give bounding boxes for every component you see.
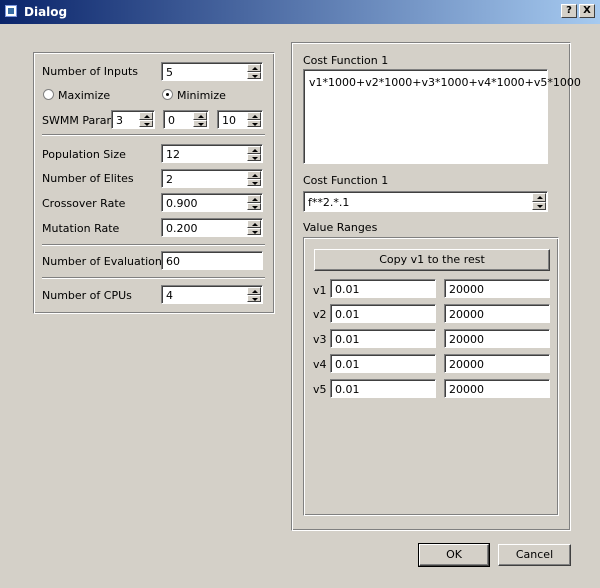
mutation-rate-spinbox[interactable]: 0.200 bbox=[161, 218, 263, 237]
spin-down-icon[interactable] bbox=[247, 178, 261, 186]
minimize-label: Minimize bbox=[177, 89, 226, 102]
swmm-param-value-2: 0 bbox=[168, 114, 175, 127]
title-bar: Dialog ? X bbox=[0, 0, 600, 24]
num-cpus-value: 4 bbox=[166, 289, 173, 302]
range-min-v2-input[interactable]: 0.01 bbox=[330, 304, 436, 323]
mutation-rate-value: 0.200 bbox=[166, 222, 198, 235]
range-min-v4-input[interactable]: 0.01 bbox=[330, 354, 436, 373]
spin-up-icon[interactable] bbox=[247, 287, 261, 295]
separator bbox=[42, 277, 265, 279]
spin-down-icon[interactable] bbox=[193, 119, 207, 127]
population-size-value: 12 bbox=[166, 148, 180, 161]
num-evaluations-label: Number of Evaluations bbox=[42, 255, 168, 268]
crossover-rate-value: 0.900 bbox=[166, 197, 198, 210]
separator bbox=[42, 134, 265, 136]
spin-down-icon[interactable] bbox=[139, 119, 153, 127]
range-min-v1-input[interactable]: 0.01 bbox=[330, 279, 436, 298]
swmm-param-spinbox-2[interactable]: 0 bbox=[163, 110, 209, 129]
range-min-v3-input[interactable]: 0.01 bbox=[330, 329, 436, 348]
range-name-v3: v3 bbox=[313, 333, 327, 346]
num-inputs-spinbox[interactable]: 5 bbox=[161, 62, 263, 81]
spin-up-icon[interactable] bbox=[193, 112, 207, 120]
swmm-param-spinbox-1[interactable]: 3 bbox=[111, 110, 155, 129]
cost-function-editor[interactable]: v1*1000+v2*1000+v3*1000+v4*1000+v5*1000 bbox=[303, 69, 581, 164]
spin-up-icon[interactable] bbox=[247, 171, 261, 179]
spin-up-icon[interactable] bbox=[247, 195, 261, 203]
range-name-v4: v4 bbox=[313, 358, 327, 371]
help-button[interactable]: ? bbox=[561, 4, 577, 18]
cost-function-combo[interactable]: f**2.*.1 bbox=[303, 191, 548, 212]
crossover-rate-label: Crossover Rate bbox=[42, 197, 126, 210]
separator bbox=[42, 244, 265, 246]
minimize-radio[interactable] bbox=[162, 89, 173, 100]
population-size-label: Population Size bbox=[42, 148, 126, 161]
range-max-v5-input[interactable]: 20000 bbox=[444, 379, 550, 398]
spin-down-icon[interactable] bbox=[247, 71, 261, 79]
range-name-v5: v5 bbox=[313, 383, 327, 396]
ok-button[interactable]: OK bbox=[418, 543, 490, 567]
num-inputs-value: 5 bbox=[166, 66, 173, 79]
range-min-v5-input[interactable]: 0.01 bbox=[330, 379, 436, 398]
num-elites-value: 2 bbox=[166, 173, 173, 186]
num-inputs-label: Number of Inputs bbox=[42, 65, 138, 78]
app-icon bbox=[5, 5, 17, 17]
range-max-v3-input[interactable]: 20000 bbox=[444, 329, 550, 348]
window-title: Dialog bbox=[24, 5, 68, 19]
spin-up-icon[interactable] bbox=[139, 112, 153, 120]
mutation-rate-label: Mutation Rate bbox=[42, 222, 120, 235]
swmm-param-label: SWMM Param bbox=[42, 114, 118, 127]
spin-up-icon[interactable] bbox=[247, 112, 261, 120]
range-max-v4-input[interactable]: 20000 bbox=[444, 354, 550, 373]
num-cpus-spinbox[interactable]: 4 bbox=[161, 285, 263, 304]
spin-down-icon[interactable] bbox=[247, 294, 261, 302]
crossover-rate-spinbox[interactable]: 0.900 bbox=[161, 193, 263, 212]
spin-up-icon[interactable] bbox=[532, 193, 546, 202]
range-max-v1-input[interactable]: 20000 bbox=[444, 279, 550, 298]
cost-function-label: Cost Function 1 bbox=[303, 54, 389, 67]
value-ranges-label: Value Ranges bbox=[303, 221, 378, 234]
range-max-v2-input[interactable]: 20000 bbox=[444, 304, 550, 323]
copy-v1-button[interactable]: Copy v1 to the rest bbox=[314, 249, 550, 271]
spin-down-icon[interactable] bbox=[247, 153, 261, 161]
spin-down-icon[interactable] bbox=[247, 119, 261, 127]
spin-down-icon[interactable] bbox=[247, 227, 261, 235]
maximize-radio[interactable] bbox=[43, 89, 54, 100]
num-elites-spinbox[interactable]: 2 bbox=[161, 169, 263, 188]
cost-function-label-2: Cost Function 1 bbox=[303, 174, 389, 187]
cancel-button[interactable]: Cancel bbox=[498, 544, 571, 566]
num-evaluations-input[interactable]: 60 bbox=[161, 251, 263, 270]
spin-up-icon[interactable] bbox=[247, 146, 261, 154]
population-size-spinbox[interactable]: 12 bbox=[161, 144, 263, 163]
swmm-param-value-1: 3 bbox=[116, 114, 123, 127]
range-name-v2: v2 bbox=[313, 308, 327, 321]
spin-down-icon[interactable] bbox=[247, 202, 261, 210]
swmm-param-spinbox-3[interactable]: 10 bbox=[217, 110, 263, 129]
spin-up-icon[interactable] bbox=[247, 220, 261, 228]
range-name-v1: v1 bbox=[313, 284, 327, 297]
close-button[interactable]: X bbox=[579, 4, 595, 18]
num-cpus-label: Number of CPUs bbox=[42, 289, 132, 302]
num-elites-label: Number of Elites bbox=[42, 172, 134, 185]
swmm-param-value-3: 10 bbox=[222, 114, 236, 127]
spin-up-icon[interactable] bbox=[247, 64, 261, 72]
spin-down-icon[interactable] bbox=[532, 201, 546, 210]
cost-function-combo-value: f**2.*.1 bbox=[308, 196, 350, 209]
maximize-label: Maximize bbox=[58, 89, 111, 102]
